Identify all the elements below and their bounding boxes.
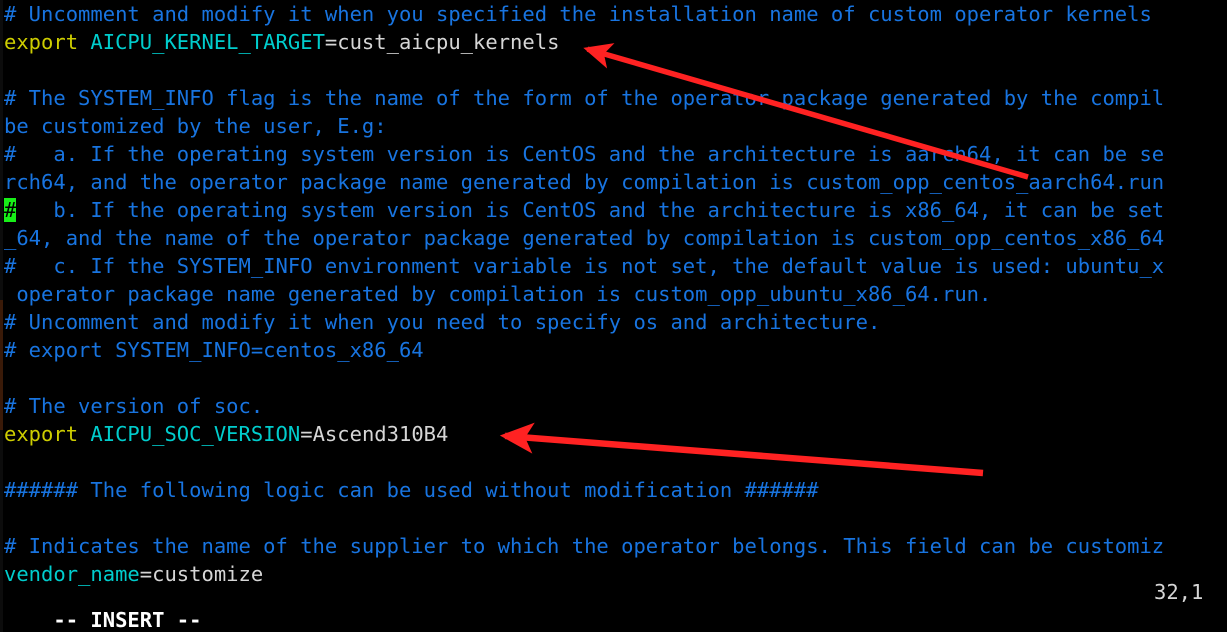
editor-line[interactable]: # a. If the operating system version is … (4, 140, 1227, 168)
editor-line[interactable] (4, 504, 1227, 532)
editor-line[interactable]: # The version of soc. (4, 392, 1227, 420)
editor-line[interactable]: # The SYSTEM_INFO flag is the name of th… (4, 84, 1227, 112)
editor-line[interactable]: # c. If the SYSTEM_INFO environment vari… (4, 252, 1227, 280)
shell-comment: operator package name generated by compi… (4, 282, 992, 306)
editor-line[interactable]: rch64, and the operator package name gen… (4, 168, 1227, 196)
editor-line[interactable]: # Uncomment and modify it when you need … (4, 308, 1227, 336)
shell-comment: # a. If the operating system version is … (4, 142, 1165, 166)
shell-comment: # c. If the SYSTEM_INFO environment vari… (4, 254, 1165, 278)
shell-comment: _64, and the name of the operator packag… (4, 226, 1165, 250)
shell-comment: # The version of soc. (4, 394, 264, 418)
shell-comment: # export SYSTEM_INFO=centos_x86_64 (4, 338, 424, 362)
shell-comment: # Uncomment and modify it when you need … (4, 310, 881, 334)
editor-line[interactable]: ###### The following logic can be used w… (4, 476, 1227, 504)
shell-comment: rch64, and the operator package name gen… (4, 170, 1165, 194)
shell-value: =cust_aicpu_kernels (324, 30, 560, 54)
editor-line[interactable]: # Indicates the name of the supplier to … (4, 532, 1227, 560)
vim-status-line: -- INSERT -- 32,1 (4, 578, 1227, 632)
terminal-window[interactable]: # Uncomment and modify it when you speci… (0, 0, 1227, 632)
editor-line[interactable] (4, 364, 1227, 392)
editor-line[interactable]: _64, and the name of the operator packag… (4, 224, 1227, 252)
editor-line[interactable]: export AICPU_SOC_VERSION=Ascend310B4 (4, 420, 1227, 448)
editor-line[interactable]: # export SYSTEM_INFO=centos_x86_64 (4, 336, 1227, 364)
text-cursor: # (4, 198, 17, 222)
editor-line[interactable]: be customized by the user, E.g: (4, 112, 1227, 140)
shell-keyword: export (4, 422, 79, 446)
vim-text-buffer[interactable]: # Uncomment and modify it when you speci… (4, 0, 1227, 588)
editor-line[interactable] (4, 56, 1227, 84)
vim-mode-indicator: -- INSERT -- (53, 608, 202, 632)
editor-line[interactable] (4, 448, 1227, 476)
shell-comment: be customized by the user, E.g: (4, 114, 387, 138)
shell-comment: # Uncomment and modify it when you speci… (4, 2, 1152, 26)
editor-line[interactable]: # b. If the operating system version is … (4, 196, 1227, 224)
editor-line[interactable]: # Uncomment and modify it when you speci… (4, 0, 1227, 28)
shell-value: =Ascend310B4 (300, 422, 449, 446)
shell-comment: b. If the operating system version is Ce… (16, 198, 1165, 222)
editor-line[interactable]: export AICPU_KERNEL_TARGET=cust_aicpu_ke… (4, 28, 1227, 56)
shell-variable: AICPU_KERNEL_TARGET (90, 30, 325, 54)
vim-cursor-position: 32,1 (1154, 580, 1204, 604)
shell-value (78, 30, 90, 54)
shell-keyword: export (4, 30, 79, 54)
shell-value (78, 422, 90, 446)
shell-comment: # Indicates the name of the supplier to … (4, 534, 1165, 558)
shell-comment: # The SYSTEM_INFO flag is the name of th… (4, 86, 1165, 110)
shell-variable: AICPU_SOC_VERSION (90, 422, 301, 446)
shell-comment: ###### The following logic can be used w… (4, 478, 819, 502)
terminal-left-gutter-accent (0, 300, 3, 430)
editor-line[interactable]: operator package name generated by compi… (4, 280, 1227, 308)
